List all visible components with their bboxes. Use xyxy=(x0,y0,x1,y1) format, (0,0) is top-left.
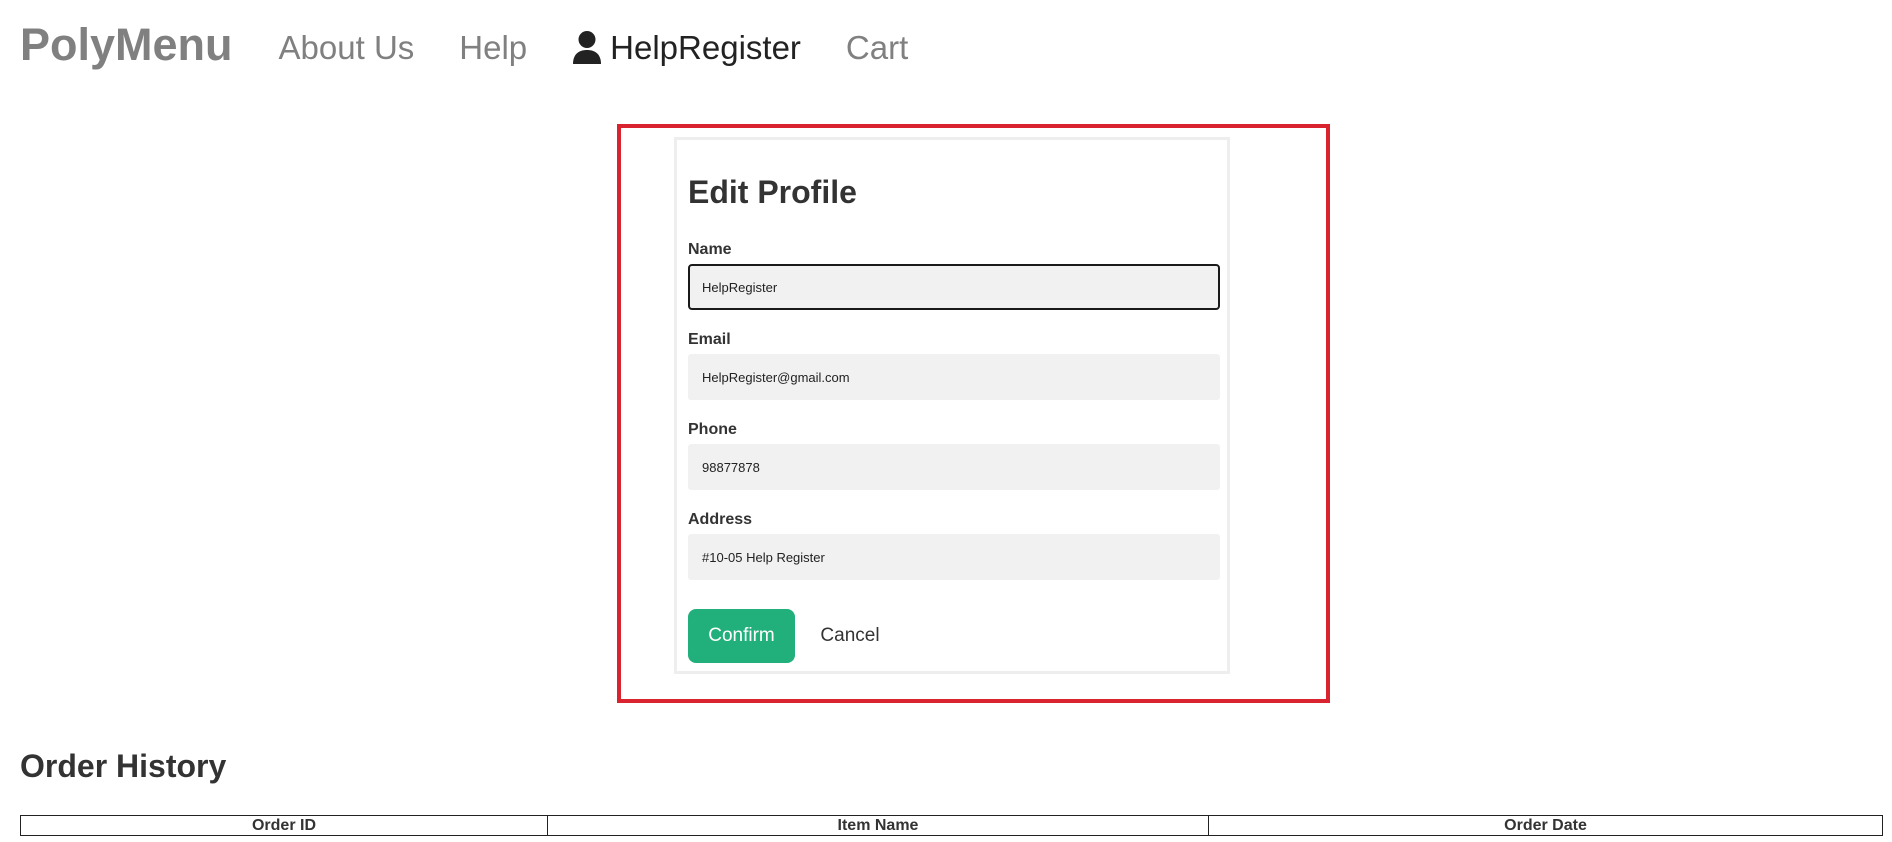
name-input[interactable] xyxy=(688,264,1220,310)
address-input[interactable] xyxy=(688,534,1220,580)
order-history-table: Order ID Item Name Order Date xyxy=(20,815,1883,836)
nav-user-profile-link[interactable]: HelpRegister xyxy=(572,30,801,64)
column-header-item-name: Item Name xyxy=(547,815,1209,836)
order-history-title: Order History xyxy=(20,748,227,784)
user-icon xyxy=(572,30,602,64)
confirm-button[interactable]: Confirm xyxy=(688,609,795,663)
email-input[interactable] xyxy=(688,354,1220,400)
column-header-order-date: Order Date xyxy=(1208,815,1883,836)
brand-logo-link[interactable]: PolyMenu xyxy=(20,22,233,67)
cancel-button[interactable]: Cancel xyxy=(808,609,892,663)
top-navbar: PolyMenu About Us Help HelpRegister Cart xyxy=(20,14,953,74)
edit-profile-title: Edit Profile xyxy=(688,174,857,210)
edit-profile-form: Edit Profile Name Email Phone Address Co… xyxy=(674,137,1230,674)
nav-user-name: HelpRegister xyxy=(610,28,801,66)
nav-help-link[interactable]: Help xyxy=(459,31,527,64)
name-label: Name xyxy=(688,241,732,258)
nav-about-us-link[interactable]: About Us xyxy=(279,31,415,64)
email-label: Email xyxy=(688,331,731,348)
table-header-row: Order ID Item Name Order Date xyxy=(20,815,1883,836)
phone-input[interactable] xyxy=(688,444,1220,490)
phone-label: Phone xyxy=(688,421,737,438)
nav-cart-link[interactable]: Cart xyxy=(846,31,908,64)
address-label: Address xyxy=(688,511,753,528)
column-header-order-id: Order ID xyxy=(20,815,548,836)
